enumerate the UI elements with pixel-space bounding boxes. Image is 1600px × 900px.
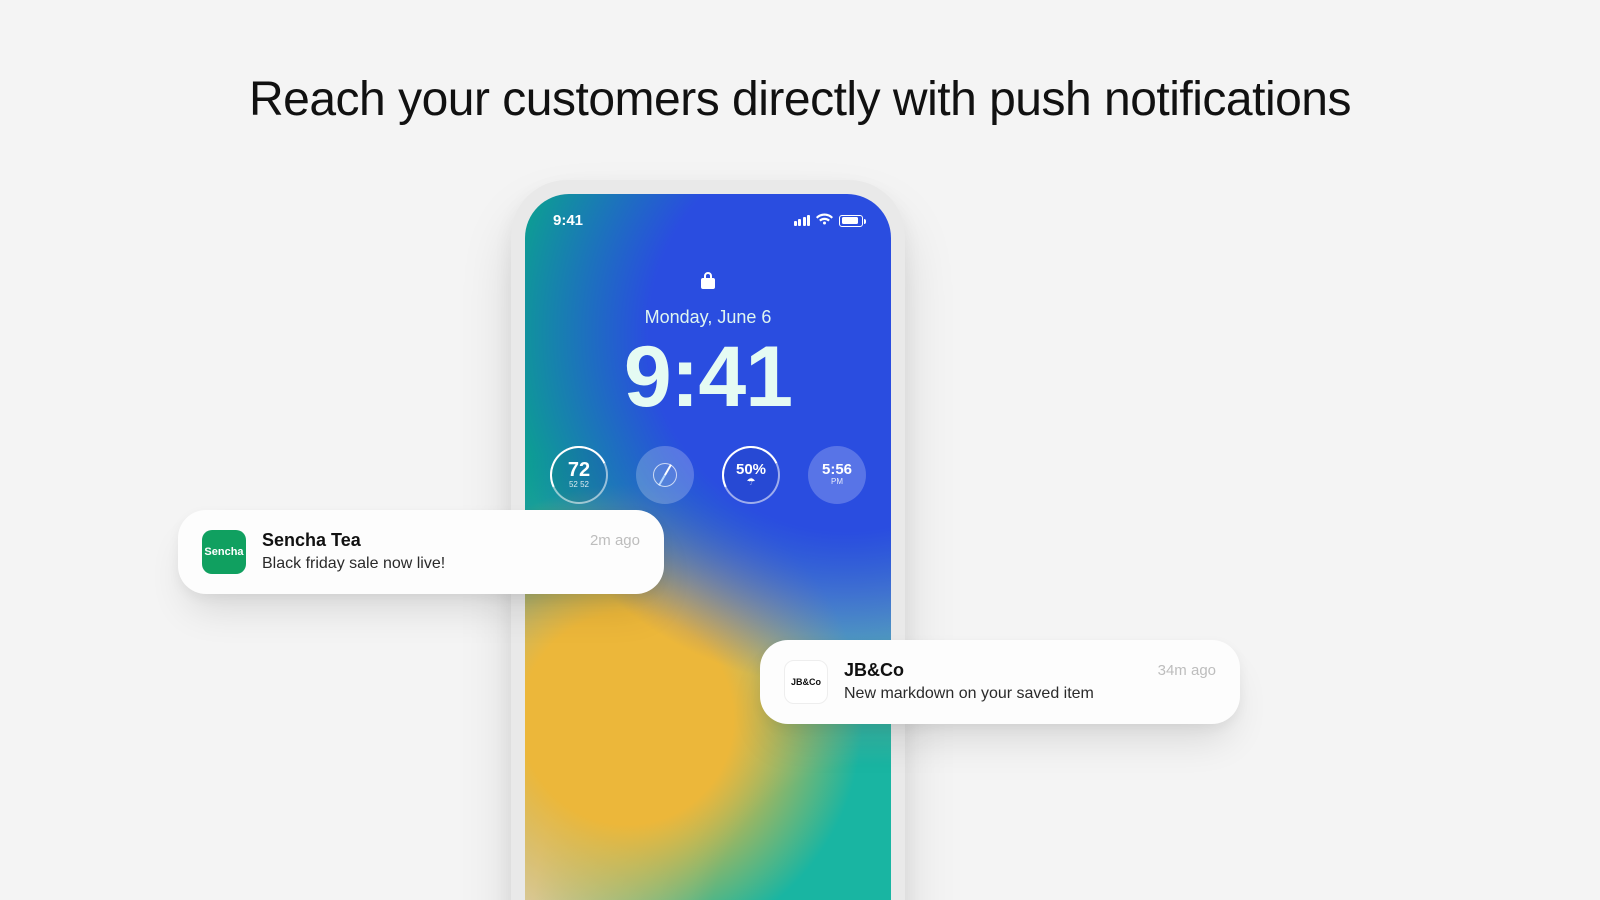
weather-percent: 50% <box>736 462 766 477</box>
widget-time: 5:56 PM <box>808 446 866 504</box>
headline: Reach your customers directly with push … <box>0 72 1600 127</box>
lockscreen-widgets: 72 52 52 50% ☂ 5:56 PM <box>525 446 891 504</box>
status-time: 9:41 <box>553 212 583 229</box>
temp-hi: 52 <box>580 480 589 489</box>
temp-lo: 52 <box>569 480 578 489</box>
marketing-hero: Reach your customers directly with push … <box>0 0 1600 900</box>
temp-value: 72 <box>568 460 590 480</box>
lock-icon <box>700 277 716 294</box>
widget-time-ampm: PM <box>831 477 843 487</box>
status-bar: 9:41 <box>525 212 891 229</box>
battery-icon <box>839 215 863 227</box>
widget-weather: 50% ☂ <box>722 446 780 504</box>
lock-clock: 9:41 <box>525 334 891 420</box>
widget-time-value: 5:56 <box>822 462 852 477</box>
signal-icon <box>794 215 811 226</box>
widget-temperature: 72 52 52 <box>550 446 608 504</box>
notification-title: Sencha Tea <box>262 530 574 551</box>
app-icon: JB&Co <box>784 660 828 704</box>
notification-message: Black friday sale now live! <box>262 555 574 573</box>
umbrella-icon: ☂ <box>747 477 756 488</box>
notification-title: JB&Co <box>844 660 1142 681</box>
notification-message: New markdown on your saved item <box>844 685 1142 703</box>
lock-date: Monday, June 6 <box>525 307 891 328</box>
notification-card[interactable]: JB&Co JB&Co New markdown on your saved i… <box>760 640 1240 724</box>
widget-compass <box>636 446 694 504</box>
wifi-icon <box>816 212 833 229</box>
notification-card[interactable]: Sencha Sencha Tea Black friday sale now … <box>178 510 664 594</box>
notification-time: 2m ago <box>590 532 640 549</box>
app-icon: Sencha <box>202 530 246 574</box>
notification-time: 34m ago <box>1158 662 1216 679</box>
